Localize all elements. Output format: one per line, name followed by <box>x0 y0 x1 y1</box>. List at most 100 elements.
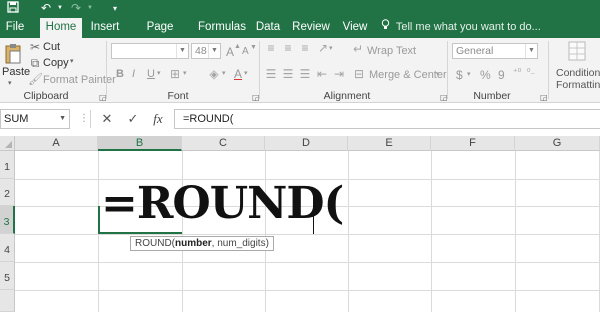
gridline <box>265 151 266 312</box>
chevron-down-icon: ▼ <box>208 44 220 58</box>
paste-dropdown-icon[interactable]: ▾ <box>8 79 12 87</box>
cancel-icon[interactable]: ✕ <box>99 111 115 127</box>
chevron-down-icon: ▼ <box>59 115 66 122</box>
decrease-indent-icon[interactable]: ⇤ <box>315 67 329 81</box>
tab-data[interactable]: Data <box>252 17 284 38</box>
row-header-4[interactable]: 4 <box>0 234 15 262</box>
percent-button[interactable]: % <box>480 68 491 82</box>
splitter-dots-icon[interactable]: ⋮ <box>79 113 89 124</box>
align-right-icon[interactable]: ☰ <box>298 67 312 81</box>
align-left-icon[interactable]: ☰ <box>264 67 278 81</box>
grow-font-caret-icon: ▲ <box>234 43 241 50</box>
tell-me-search[interactable]: Tell me what you want to do... <box>381 17 541 38</box>
wrap-text-icon[interactable]: ↵ <box>351 42 365 56</box>
alignment-group-label: Alignment <box>323 90 371 102</box>
tab-view[interactable]: View <box>338 17 372 38</box>
comma-style-button[interactable]: 9 <box>498 68 505 82</box>
column-header-d[interactable]: D <box>265 136 348 151</box>
function-argument-tooltip[interactable]: ROUND(number, num_digits) <box>130 236 274 251</box>
tooltip-current-argument[interactable]: number <box>175 238 212 249</box>
customize-qat-icon[interactable]: ▾ <box>107 1 123 16</box>
borders-dropdown-icon[interactable]: ▾ <box>183 69 187 77</box>
select-all-button[interactable] <box>0 136 15 151</box>
align-middle-icon[interactable]: ≡ <box>281 41 295 55</box>
column-header-a[interactable]: A <box>15 136 98 151</box>
align-top-icon[interactable]: ≡ <box>264 41 278 55</box>
font-name-select[interactable]: ▼ <box>111 43 189 59</box>
align-bottom-icon[interactable]: ≡ <box>298 41 312 55</box>
borders-icon[interactable]: ⊞ <box>168 67 182 81</box>
row-header-6[interactable] <box>0 290 15 312</box>
worksheet-grid: A B C D E F G 1 2 3 4 5 =ROUND( ROUND(nu… <box>0 136 600 312</box>
row-header-3[interactable]: 3 <box>0 206 15 234</box>
copy-button[interactable]: Copy <box>43 57 69 69</box>
tab-home[interactable]: Home <box>40 18 82 38</box>
number-launcher-icon[interactable]: ◲ <box>540 93 548 102</box>
enter-icon[interactable]: ✓ <box>125 111 141 127</box>
tell-me-text: Tell me what you want to do... <box>395 21 541 33</box>
number-format-select[interactable]: General ▼ <box>452 43 538 59</box>
fill-color-icon[interactable]: ◈ <box>207 67 221 81</box>
copy-dropdown-icon[interactable]: ▾ <box>70 57 74 65</box>
tab-page-layout[interactable]: Page Layout <box>128 17 192 53</box>
column-header-b[interactable]: B <box>98 136 182 151</box>
font-group-label: Font <box>167 90 189 102</box>
merge-center-icon[interactable]: ⊟ <box>352 67 366 81</box>
row-header-5[interactable]: 5 <box>0 262 15 290</box>
ribbon-separator <box>548 41 549 99</box>
tab-review[interactable]: Review <box>288 17 334 38</box>
column-header-g[interactable]: G <box>515 136 600 151</box>
font-color-button[interactable]: A <box>234 67 242 81</box>
gridline <box>15 234 600 235</box>
align-center-icon[interactable]: ☰ <box>281 67 295 81</box>
column-header-f[interactable]: F <box>431 136 515 151</box>
bold-button[interactable]: B <box>116 68 124 80</box>
tooltip-remaining-arguments[interactable]: , num_digits) <box>212 238 269 249</box>
fill-color-dropdown-icon[interactable]: ▾ <box>222 69 226 77</box>
currency-button[interactable]: $ <box>456 68 463 82</box>
quick-access-toolbar: ↶ ▼ ↷ ▼ ▾ <box>0 0 600 17</box>
conditional-formatting-icon[interactable] <box>566 40 588 64</box>
formula-text: =ROUND( <box>183 113 234 125</box>
insert-function-icon[interactable]: fx <box>150 111 166 127</box>
wrap-text-button[interactable]: Wrap Text <box>367 45 416 57</box>
increase-indent-icon[interactable]: ⇥ <box>332 67 346 81</box>
clipboard-group-label: Clipboard <box>23 90 69 102</box>
increase-decimal-icon[interactable]: ⁺⁰ <box>510 67 524 78</box>
conditional-formatting-button[interactable]: Conditional <box>556 67 600 79</box>
number-group-label: Number <box>473 90 511 102</box>
cut-button[interactable]: Cut <box>43 41 60 53</box>
orientation-dropdown-icon[interactable]: ▾ <box>329 44 333 52</box>
font-size-select[interactable]: 48 ▼ <box>191 43 221 59</box>
paste-icon[interactable] <box>4 43 22 65</box>
shrink-font-button[interactable]: A <box>242 46 249 57</box>
grow-font-button[interactable]: A <box>226 45 234 59</box>
formula-input[interactable]: =ROUND( <box>174 109 600 129</box>
underline-button[interactable]: U <box>147 68 155 80</box>
gridline <box>515 151 516 312</box>
merge-center-button[interactable]: Merge & Center <box>369 69 447 81</box>
save-icon[interactable] <box>5 1 21 16</box>
name-box[interactable]: SUM ▼ <box>0 109 70 129</box>
tab-insert[interactable]: Insert <box>86 17 124 38</box>
merge-center-dropdown-icon[interactable]: ▾ <box>436 70 440 78</box>
row-header-1[interactable]: 1 <box>0 151 15 179</box>
font-size-value: 48 <box>195 45 207 57</box>
row-header-2[interactable]: 2 <box>0 179 15 206</box>
conditional-formatting-button-line2[interactable]: Formatting <box>556 79 600 91</box>
redo-dropdown-icon[interactable]: ▼ <box>82 1 98 16</box>
italic-button[interactable]: I <box>132 68 135 80</box>
tab-formulas[interactable]: Formulas <box>196 17 248 38</box>
tab-file[interactable]: File <box>0 17 30 38</box>
font-color-dropdown-icon[interactable]: ▾ <box>244 69 248 77</box>
decrease-decimal-icon[interactable]: ⁰₋ <box>524 67 538 78</box>
column-header-e[interactable]: E <box>348 136 431 151</box>
paste-button[interactable]: Paste <box>2 66 30 78</box>
underline-dropdown-icon[interactable]: ▾ <box>157 69 161 77</box>
currency-dropdown-icon[interactable]: ▾ <box>467 70 471 78</box>
column-header-c[interactable]: C <box>182 136 265 151</box>
format-painter-button[interactable]: Format Painter <box>43 74 116 86</box>
undo-dropdown-icon[interactable]: ▼ <box>52 1 68 16</box>
copy-icon: ⧉ <box>30 56 40 70</box>
number-format-value: General <box>456 45 494 57</box>
